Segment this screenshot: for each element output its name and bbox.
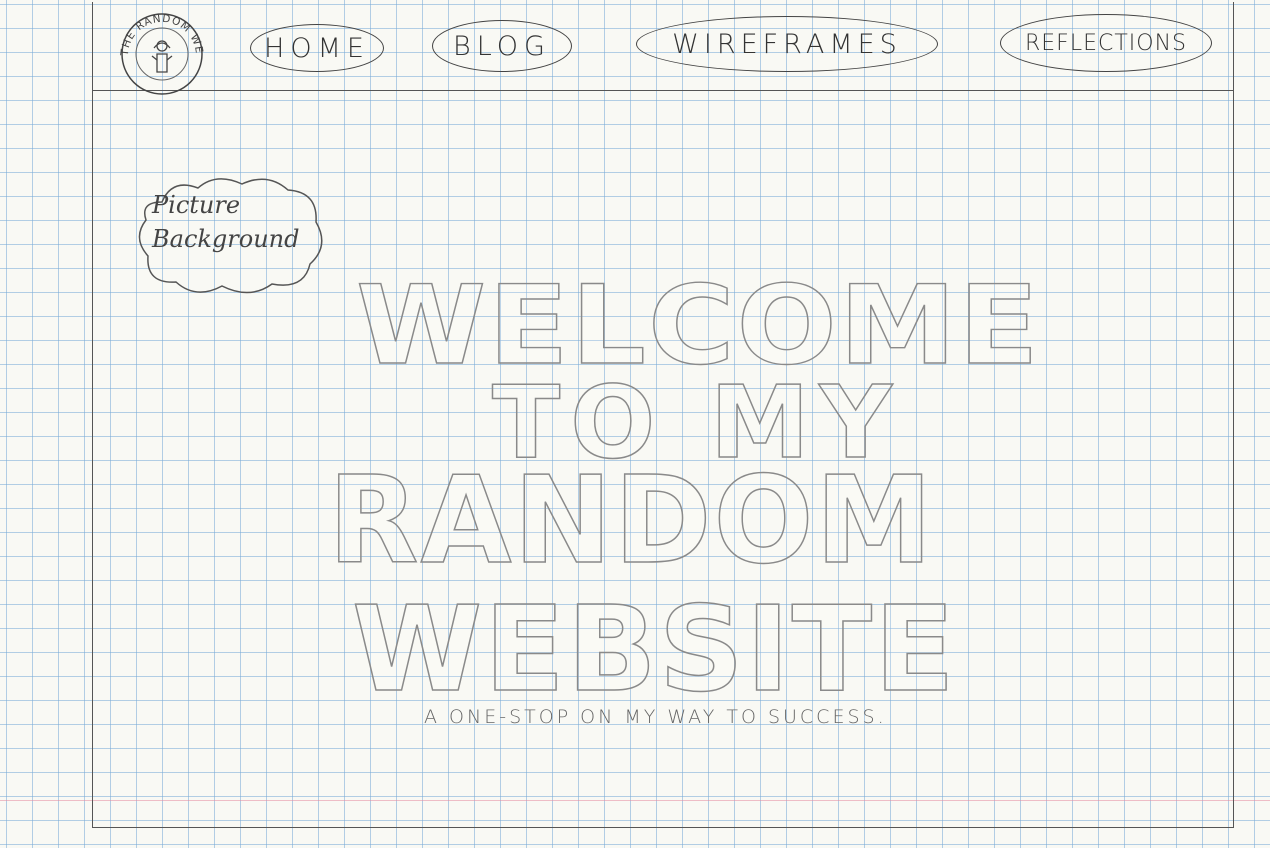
nav-home-button[interactable]: HOME	[250, 24, 384, 72]
hero-tagline: A ONE-STOP ON MY WAY TO SUCCESS.	[424, 706, 887, 728]
nav-blog-button[interactable]: BLOG	[432, 20, 572, 72]
nav-reflections-button[interactable]: REFLECTIONS	[1000, 14, 1212, 72]
note-line-1: Picture	[152, 191, 241, 219]
header-divider	[92, 90, 1234, 91]
picture-background-note: Picture Background	[132, 172, 330, 298]
hero-website: WEBSITE	[351, 579, 957, 719]
logo-seal-icon: THE RANDOM WEBSITE	[109, 1, 204, 95]
hero-random: RANDOM	[327, 451, 935, 592]
site-logo[interactable]: THE RANDOM WEBSITE	[109, 1, 210, 96]
person-icon	[151, 40, 173, 73]
nav-wireframes-button[interactable]: WIREFRAMES	[636, 16, 938, 72]
note-line-2: Background	[152, 225, 300, 253]
